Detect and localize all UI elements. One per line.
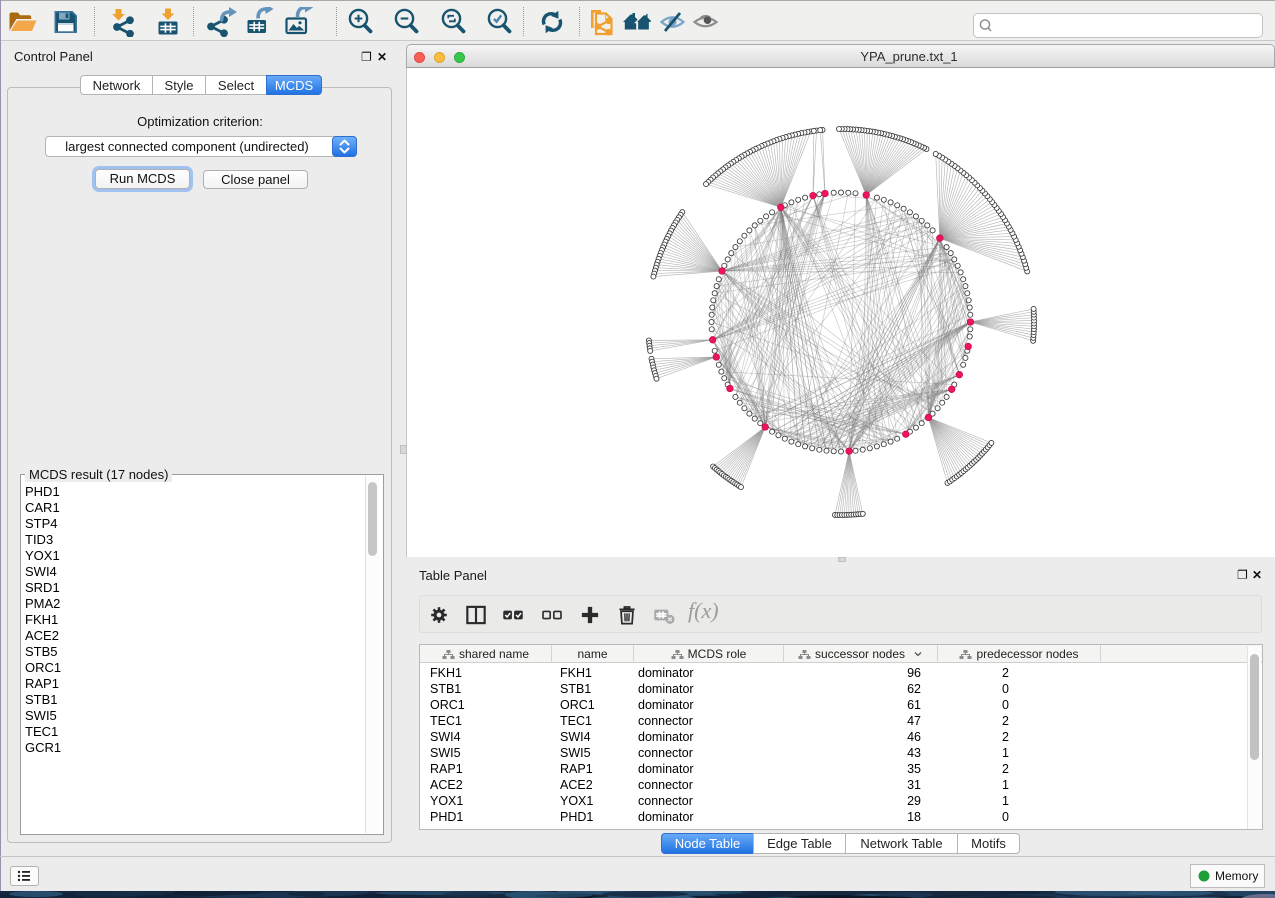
- svg-text:Memory: Memory: [1215, 869, 1258, 883]
